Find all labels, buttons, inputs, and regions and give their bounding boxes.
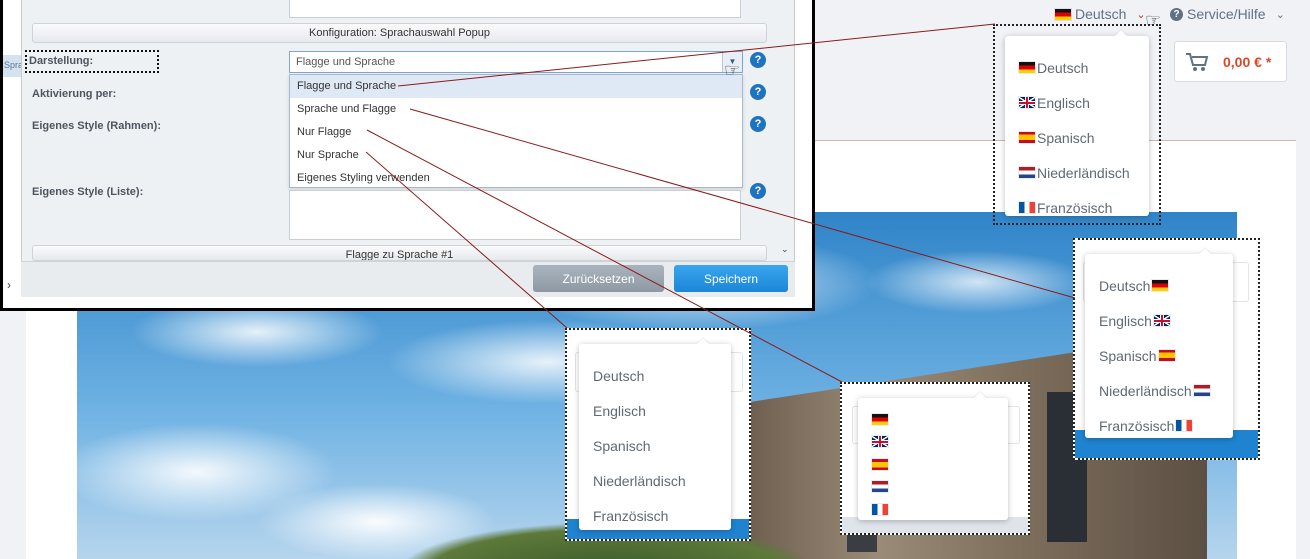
- darstellung-select[interactable]: Flagge und Sprache ▼: [289, 51, 743, 73]
- cart-button[interactable]: 0,00 € *: [1174, 41, 1287, 82]
- popup-item[interactable]: [872, 431, 1008, 454]
- service-menu-label: Service/Hilfe: [1187, 6, 1266, 22]
- flag-de-icon: [1019, 62, 1035, 73]
- dropdown-option[interactable]: Eigenes Styling verwenden: [290, 167, 742, 190]
- cart-icon: [1186, 52, 1209, 71]
- flag-nl-icon: [1193, 385, 1210, 396]
- popup-item[interactable]: Französisch: [593, 498, 731, 533]
- textarea-top[interactable]: [289, 0, 741, 18]
- popup-item[interactable]: Niederländisch: [1099, 373, 1233, 408]
- example-only-flag: [840, 382, 1030, 535]
- field-label-darstellung: Darstellung:: [25, 50, 160, 73]
- flag-de-icon: [872, 413, 888, 425]
- flag-de-icon: [1055, 8, 1071, 20]
- help-icon[interactable]: ?: [750, 52, 766, 68]
- left-tab[interactable]: Spra: [3, 55, 21, 77]
- example-language-and-flag: Deutsch Englisch Spanisch Niederländisch…: [1073, 238, 1260, 460]
- help-icon[interactable]: ?: [750, 84, 766, 100]
- flag-gb-icon: [1019, 97, 1035, 108]
- language-switcher-label: Deutsch: [1075, 6, 1127, 22]
- flag-nl-icon: [1019, 167, 1035, 178]
- popup-item[interactable]: Deutsch: [593, 358, 731, 393]
- popup-item[interactable]: Französisch: [1019, 190, 1149, 225]
- popup-item[interactable]: [872, 408, 1008, 431]
- style-liste-textarea[interactable]: [289, 190, 741, 240]
- popup-item[interactable]: Spanisch: [1099, 338, 1233, 373]
- popup-item[interactable]: Deutsch: [1099, 268, 1233, 303]
- popup-item[interactable]: Spanisch: [593, 428, 731, 463]
- popup-item[interactable]: Niederländisch: [593, 463, 731, 498]
- flag-es-icon: [1158, 350, 1175, 361]
- language-switcher[interactable]: Deutsch ⌄: [1055, 6, 1146, 22]
- section-header: Konfiguration: Sprachauswahl Popup: [32, 23, 767, 43]
- flag-fr-icon: [1176, 420, 1193, 431]
- flag-es-icon: [1019, 132, 1035, 143]
- hand-cursor-icon: ☞: [724, 60, 741, 80]
- select-value: Flagge und Sprache: [296, 56, 396, 68]
- dropdown-option[interactable]: Nur Sprache: [290, 144, 742, 167]
- dropdown-option[interactable]: Flagge und Sprache: [290, 75, 742, 98]
- flag-fr-icon: [1019, 202, 1035, 213]
- field-label-aktivierung: Aktivierung per:: [32, 88, 117, 100]
- popup-item[interactable]: Französisch: [1099, 408, 1233, 443]
- popup-item[interactable]: Englisch: [1019, 85, 1149, 120]
- flag-es-icon: [872, 458, 888, 470]
- language-popup: Deutsch Englisch Spanisch Niederländisch…: [1005, 36, 1149, 216]
- flag-fr-icon: [872, 503, 888, 515]
- help-icon[interactable]: ?: [750, 116, 766, 132]
- language-popup: Deutsch Englisch Spanisch Niederländisch…: [579, 344, 731, 530]
- cart-price: 0,00 € *: [1223, 53, 1272, 70]
- popup-item[interactable]: [872, 498, 1008, 521]
- dropdown-option[interactable]: Nur Flagge: [290, 121, 742, 144]
- scroll-down-icon[interactable]: ⌄: [781, 244, 789, 255]
- popup-item[interactable]: Deutsch: [1019, 50, 1149, 85]
- popup-item[interactable]: [872, 476, 1008, 499]
- flag-gb-icon: [872, 436, 888, 448]
- example-flag-and-language: Deutsch Englisch Spanisch Niederländisch…: [993, 24, 1161, 225]
- chevron-down-icon: ⌄: [1275, 8, 1285, 21]
- language-popup: [858, 398, 1008, 520]
- language-popup: Deutsch Englisch Spanisch Niederländisch…: [1085, 254, 1233, 438]
- help-icon[interactable]: ?: [750, 183, 766, 199]
- popup-item[interactable]: Englisch: [1099, 303, 1233, 338]
- chevron-right-icon[interactable]: ›: [7, 278, 11, 292]
- popup-item[interactable]: Englisch: [593, 393, 731, 428]
- popup-item[interactable]: Spanisch: [1019, 120, 1149, 155]
- darstellung-dropdown: Flagge und Sprache Sprache und Flagge Nu…: [289, 74, 743, 188]
- section-header: Flagge zu Sprache #1: [32, 245, 767, 261]
- field-label-style-rahmen: Eigenes Style (Rahmen):: [32, 120, 161, 132]
- service-menu[interactable]: ? Service/Hilfe ⌄: [1170, 6, 1285, 22]
- admin-config-window: Spra › Konfiguration: Sprachauswahl Popu…: [0, 0, 815, 311]
- example-only-language: Deutsch Englisch Spanisch Niederländisch…: [565, 328, 751, 541]
- flag-gb-icon: [1153, 315, 1170, 326]
- help-icon: ?: [1170, 7, 1183, 21]
- popup-item[interactable]: Niederländisch: [1019, 155, 1149, 190]
- flag-nl-icon: [872, 481, 888, 493]
- flag-de-icon: [1152, 280, 1169, 291]
- save-button[interactable]: Speichern: [674, 265, 788, 292]
- reset-button[interactable]: Zurücksetzen: [533, 265, 664, 292]
- dropdown-option[interactable]: Sprache und Flagge: [290, 98, 742, 121]
- field-label-style-liste: Eigenes Style (Liste):: [32, 186, 144, 198]
- popup-item[interactable]: [872, 453, 1008, 476]
